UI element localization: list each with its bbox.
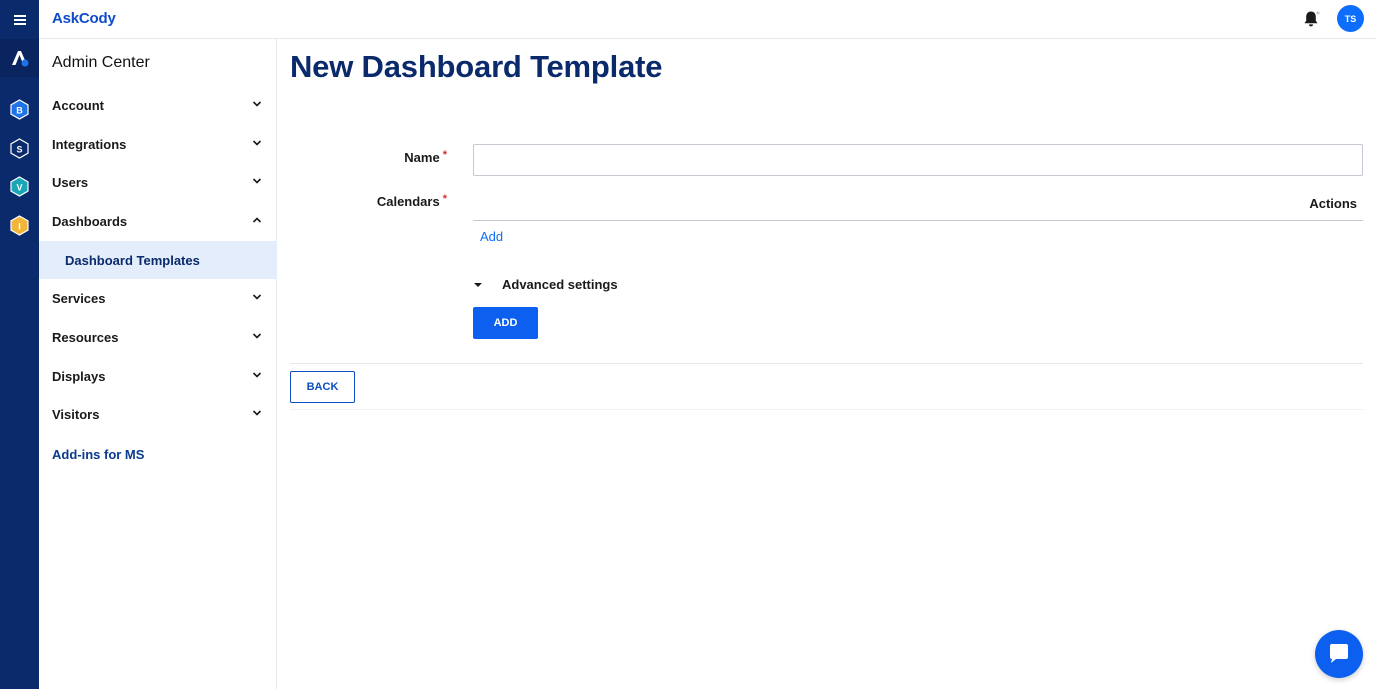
services-app-icon[interactable]: S xyxy=(9,138,30,159)
menu-toggle-button[interactable] xyxy=(0,0,39,38)
user-avatar[interactable]: TS xyxy=(1337,5,1364,32)
sidebar-item-label: Dashboards xyxy=(52,213,128,229)
askcody-logo[interactable] xyxy=(0,39,39,77)
sidebar-item-resources[interactable]: Resources xyxy=(39,318,277,356)
sidebar-subitem-dashboard-templates[interactable]: Dashboard Templates xyxy=(39,241,277,279)
admin-sidebar: Admin Center Account Integrations Users … xyxy=(39,39,277,689)
footer-divider xyxy=(290,409,1363,410)
notifications-bell-icon[interactable] xyxy=(1301,9,1321,29)
advanced-settings-label: Advanced settings xyxy=(502,277,618,292)
sidebar-item-displays[interactable]: Displays xyxy=(39,357,277,395)
chevron-down-icon xyxy=(252,410,262,416)
sidebar-item-label: Displays xyxy=(52,368,106,384)
insights-app-icon[interactable]: I xyxy=(9,215,30,236)
caret-down-icon xyxy=(474,282,482,287)
visitors-app-icon[interactable]: V xyxy=(9,176,30,197)
advanced-settings-toggle[interactable]: Advanced settings xyxy=(473,277,618,292)
add-button[interactable]: ADD xyxy=(473,307,538,339)
booking-app-icon[interactable]: B xyxy=(9,99,30,120)
sidebar-item-integrations[interactable]: Integrations xyxy=(39,125,277,163)
main-content: New Dashboard Template Name * Calendars * … xyxy=(277,39,1376,689)
chevron-down-icon xyxy=(252,101,262,107)
sidebar-item-label: Resources xyxy=(52,329,119,345)
chevron-down-icon xyxy=(252,372,262,378)
brand-name[interactable]: AskCody xyxy=(52,10,116,27)
calendars-field-label: Calendars * xyxy=(287,193,447,209)
chat-bubble-icon xyxy=(1330,644,1348,663)
services-app-letter: S xyxy=(16,144,22,154)
chevron-up-icon xyxy=(252,217,262,223)
visitors-app-letter: V xyxy=(16,182,22,192)
booking-app-letter: B xyxy=(16,105,23,115)
sidebar-item-account[interactable]: Account xyxy=(39,86,277,124)
calendars-label-text: Calendars xyxy=(376,194,440,209)
calendars-table-divider xyxy=(473,220,1363,221)
sidebar-item-dashboards[interactable]: Dashboards xyxy=(39,202,277,240)
chevron-down-icon xyxy=(252,178,262,184)
page-title: New Dashboard Template xyxy=(290,49,663,84)
name-input[interactable] xyxy=(473,144,1363,176)
sidebar-title: Admin Center xyxy=(52,54,150,71)
hamburger-icon xyxy=(13,14,26,25)
name-label-text: Name xyxy=(404,150,440,165)
sidebar-item-label: Visitors xyxy=(52,406,100,422)
required-asterisk: * xyxy=(442,193,447,205)
sidebar-item-users[interactable]: Users xyxy=(39,163,277,201)
top-bar: AskCody TS xyxy=(39,0,1376,39)
product-rail: B S V I xyxy=(0,0,39,689)
chevron-down-icon xyxy=(252,333,262,339)
sidebar-item-label: Services xyxy=(52,290,106,306)
form-divider xyxy=(290,363,1363,364)
chevron-down-icon xyxy=(252,140,262,146)
sidebar-item-label: Users xyxy=(52,174,89,190)
sidebar-item-label: Account xyxy=(52,97,104,113)
calendars-actions-header: Actions xyxy=(1309,196,1357,211)
askcody-logo-icon xyxy=(11,51,28,67)
sidebar-item-services[interactable]: Services xyxy=(39,279,277,317)
sidebar-item-label: Integrations xyxy=(52,136,127,152)
chat-widget-button[interactable] xyxy=(1315,630,1363,678)
required-asterisk: * xyxy=(442,149,447,161)
chevron-down-icon xyxy=(252,294,262,300)
add-calendar-link[interactable]: Add xyxy=(480,229,503,244)
insights-app-letter: I xyxy=(18,221,21,231)
sidebar-item-visitors[interactable]: Visitors xyxy=(39,395,277,433)
name-field-label: Name * xyxy=(287,149,447,165)
back-button[interactable]: BACK xyxy=(290,371,355,403)
sidebar-link-addins-ms[interactable]: Add-ins for MS xyxy=(52,447,144,462)
